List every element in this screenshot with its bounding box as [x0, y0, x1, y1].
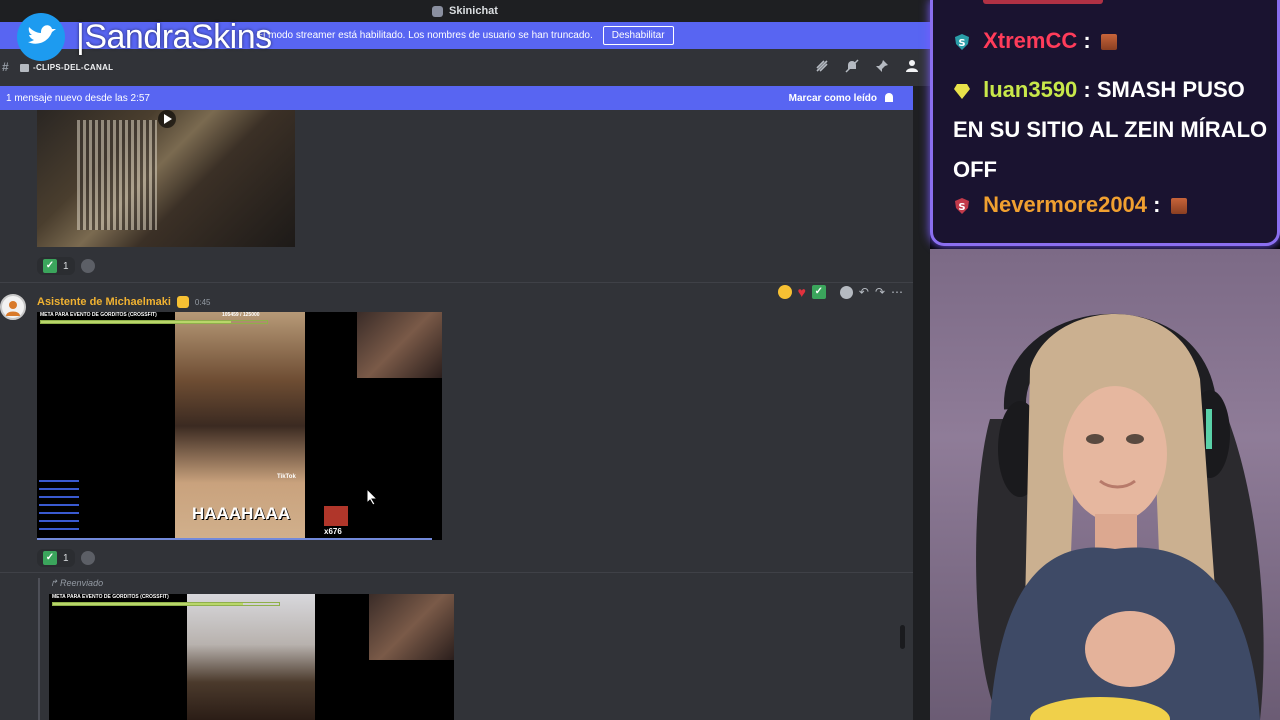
message-timestamp: 0:45 — [194, 297, 211, 307]
reactions-row: ✓ 1 — [37, 257, 95, 275]
chat-username: Nevermore2004 — [983, 192, 1148, 217]
heart-reaction-icon[interactable]: ♥ — [798, 284, 806, 300]
add-reaction-icon[interactable] — [80, 259, 95, 273]
message-divider — [0, 282, 913, 283]
message-header: Asistente de Michaelmaki 0:45 — [37, 296, 210, 308]
scrollbar[interactable] — [900, 625, 905, 649]
tiktok-watermark: TikTok — [277, 474, 296, 480]
channel-name: -CLIPS-DEL-CANAL — [33, 63, 114, 72]
members-icon[interactable] — [904, 58, 920, 74]
hash-icon: # — [2, 60, 9, 74]
play-icon[interactable] — [155, 110, 179, 128]
shield-badge-icon: S — [955, 198, 969, 215]
goal-progress-bar — [52, 602, 280, 606]
forward-bar — [38, 578, 40, 720]
clap-emoji-icon — [176, 296, 189, 308]
message-divider — [0, 572, 913, 573]
pin-icon[interactable] — [874, 58, 890, 74]
screen: Skinichat El modo streamer está habilita… — [0, 0, 1280, 720]
mark-as-read-label: Marcar como leído — [788, 92, 877, 104]
disable-streamer-mode-button[interactable]: Deshabilitar — [602, 26, 674, 45]
chat-message: : — [1153, 192, 1161, 217]
chat-line: S Nevermore2004 : — [953, 192, 1187, 218]
streamer-handle-overlay: |SandraSkins — [14, 12, 272, 62]
video-attachment[interactable] — [37, 110, 295, 247]
chat-line: luan3590 : SMASH PUSO EN SU SITIO AL ZEI… — [953, 70, 1273, 190]
stream-screenshot — [187, 594, 315, 720]
stream-chat-overlay: S XtremCC : luan3590 : SMASH PUSO EN SU … — [930, 0, 1280, 246]
svg-text:S: S — [958, 202, 965, 213]
emote-icon — [1170, 198, 1187, 215]
chat-message: : — [1083, 28, 1091, 53]
forwarded-label: ↱ Reenviado — [50, 578, 103, 589]
channel-toolbar — [814, 58, 920, 74]
goal-text: META PARA EVENTO DE GORDITOS (CROSSFIT) — [52, 594, 169, 600]
video-attachment[interactable]: META PARA EVENTO DE GORDITOS (CROSSFIT) — [49, 594, 454, 720]
mouse-cursor-icon — [366, 488, 378, 506]
add-reaction-icon[interactable] — [839, 285, 853, 299]
chat-username: XtremCC — [983, 28, 1078, 53]
video-attachment[interactable]: META PARA EVENTO DE GORDITOS (CROSSFIT) … — [37, 312, 442, 540]
emote-badge — [324, 506, 348, 526]
chat-line: S XtremCC : — [953, 28, 1117, 54]
reaction-count: 1 — [63, 552, 69, 564]
webcam-inset — [369, 594, 454, 660]
webcam-feed — [930, 249, 1280, 720]
notifications-muted-icon[interactable] — [844, 58, 860, 74]
mark-read-icon — [885, 93, 893, 102]
twitter-icon — [17, 13, 65, 61]
reply-icon[interactable]: ↶ — [859, 285, 869, 299]
goal-text: META PARA EVENTO DE GORDITOS (CROSSFIT) — [40, 312, 157, 318]
message-author[interactable]: Asistente de Michaelmaki — [37, 296, 171, 308]
video-seekbar[interactable] — [37, 538, 432, 540]
streamer-mode-text: El modo streamer está habilitado. Los no… — [256, 30, 593, 41]
emote-icon — [1100, 34, 1117, 51]
overlay-chat-lines — [39, 480, 79, 536]
streamer-handle: |SandraSkins — [76, 17, 272, 56]
message-list: ✓ 1 Asistente de Michaelmaki 0:45 ♥ ✓ ↶ … — [0, 110, 913, 720]
add-reaction-icon[interactable] — [80, 551, 95, 565]
goal-progress: 105459 / 125000 — [222, 312, 260, 318]
shield-badge-icon: S — [955, 34, 969, 51]
mark-as-read-button[interactable]: Marcar como leído — [789, 92, 895, 104]
chat-username: luan3590 — [983, 77, 1078, 102]
app-icon — [432, 5, 444, 17]
webcam-inset — [357, 312, 442, 378]
svg-text:S: S — [958, 38, 965, 49]
accordion-player — [77, 120, 157, 230]
forwarded-text: Reenviado — [60, 578, 104, 588]
check-reaction-icon[interactable]: ✓ — [811, 285, 826, 299]
reaction-check[interactable]: ✓ 1 — [37, 549, 75, 567]
new-messages-text: 1 mensaje nuevo desde las 2:57 — [6, 92, 150, 104]
reaction-check[interactable]: ✓ 1 — [37, 257, 75, 275]
streamer-webcam-image — [976, 313, 1264, 720]
new-messages-bar[interactable]: 1 mensaje nuevo desde las 2:57 Marcar co… — [0, 86, 913, 110]
discord-window: Skinichat El modo streamer está habilita… — [0, 0, 930, 720]
video-caption: HAAAHAAA — [192, 504, 291, 523]
reaction-count: 1 — [63, 260, 69, 272]
threads-icon[interactable] — [814, 58, 830, 74]
channel-icon — [20, 63, 29, 72]
avatar[interactable] — [0, 294, 26, 320]
forward-arrow-icon: ↱ — [50, 578, 61, 588]
reactions-row: ✓ 1 — [37, 549, 95, 567]
emote-count: x676 — [324, 527, 342, 536]
message-actions-toolbar: ♥ ✓ ↶ ↷ ⋯ — [777, 284, 903, 300]
forward-icon[interactable]: ↷ — [875, 285, 885, 299]
check-icon: ✓ — [43, 259, 57, 273]
check-icon: ✓ — [43, 551, 57, 565]
window-title: Skinichat — [449, 5, 498, 17]
goal-progress-bar — [40, 320, 268, 324]
gem-badge-icon — [954, 84, 970, 100]
laugh-reaction-icon[interactable] — [777, 285, 792, 299]
previous-chat-line-fragment — [983, 0, 1103, 4]
more-options-icon[interactable]: ⋯ — [891, 285, 903, 299]
